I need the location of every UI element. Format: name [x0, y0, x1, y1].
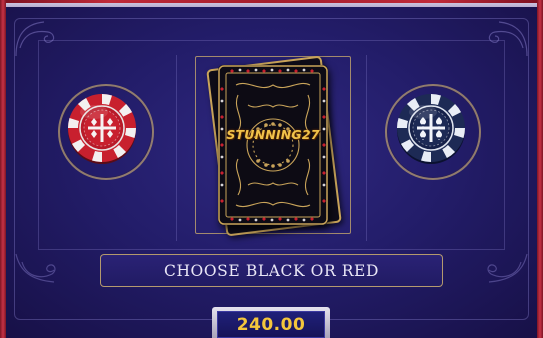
right-rail	[537, 0, 543, 338]
amount-display: 240.00	[217, 311, 325, 338]
face-down-card: STUNNING27	[218, 65, 328, 225]
prompt-text: CHOOSE BLACK OR RED	[163, 261, 379, 280]
corner-flourish-icon	[15, 21, 55, 57]
black-chip-button[interactable]	[395, 92, 467, 164]
gamble-screen: STUNNING27 CHOOSE BLACK OR RED 240.00	[0, 0, 543, 338]
gamble-amount-panel: 240.00	[212, 307, 330, 338]
prompt-banner: CHOOSE BLACK OR RED	[100, 254, 443, 287]
amount-value: 240.00	[236, 314, 306, 335]
top-border	[0, 0, 543, 7]
left-rail	[0, 0, 6, 338]
card-back-pattern-icon	[218, 65, 328, 225]
corner-flourish-icon	[487, 253, 528, 283]
corner-flourish-icon	[488, 21, 528, 57]
corner-flourish-icon	[15, 253, 56, 283]
table-divider	[366, 55, 367, 241]
red-chip-button[interactable]	[66, 92, 138, 164]
card-brand-logo: STUNNING27	[226, 127, 320, 142]
table-divider	[176, 55, 177, 241]
